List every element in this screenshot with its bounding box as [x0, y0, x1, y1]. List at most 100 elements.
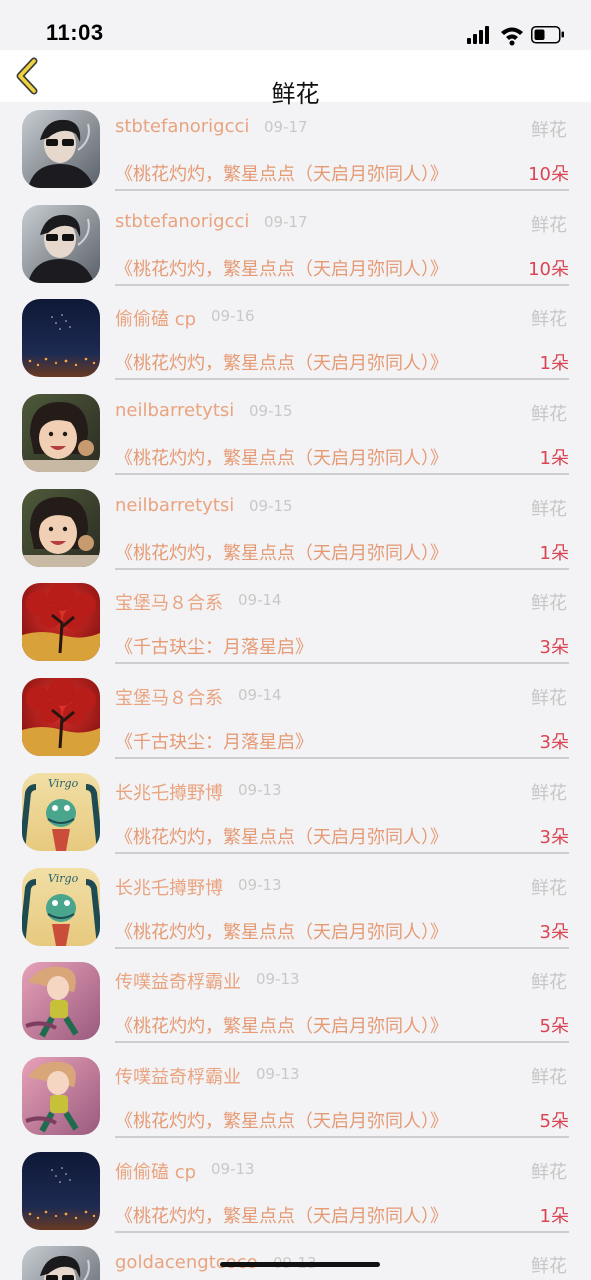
flower-count: 1朵	[539, 448, 569, 470]
username[interactable]: 传噗益奇桴霸业	[115, 968, 241, 994]
signal-icon	[467, 26, 489, 44]
row-divider	[115, 1135, 569, 1138]
gift-type: 鲜花	[531, 688, 567, 710]
book-title[interactable]: 《千古玦尘：月落星启》	[115, 728, 313, 754]
row-divider	[115, 473, 569, 476]
row-divider	[115, 851, 569, 854]
row-divider	[115, 378, 569, 381]
gift-type: 鲜花	[531, 309, 567, 331]
list-item[interactable]: stbtefanorigcci 09-17 鲜花《桃花灼灼，繁星点点（天启月弥同人）…	[0, 197, 591, 292]
gift-date: 09-14	[238, 686, 282, 705]
row-divider	[115, 283, 569, 286]
avatar[interactable]	[22, 394, 100, 473]
gift-type: 鲜花	[531, 404, 567, 426]
list-item[interactable]: Virgo 长兆乇撙野博 09-13 鲜花 《桃花灼灼，繁星点点（天启月弥同人）》 3朵	[0, 860, 591, 955]
gift-type: 鲜花	[531, 1256, 567, 1278]
gift-date: 09-13	[256, 970, 300, 989]
gift-date: 09-17	[264, 212, 308, 231]
avatar[interactable]	[22, 1056, 100, 1135]
gift-type: 鲜花	[531, 782, 567, 804]
book-title[interactable]: 《桃花灼灼，繁星点点（天启月弥同人）》	[115, 1107, 448, 1133]
list-item[interactable]: 宝堡马８合系 09-14 鲜花《千古玦尘：月落星启》 3朵	[0, 575, 591, 670]
list-item[interactable]: Virgo 长兆乇撙野博 09-13 鲜花《桃花灼灼，繁星点点（天启月弥同人）》 3朵	[0, 765, 591, 860]
book-title[interactable]: 《桃花灼灼，繁星点点（天启月弥同人）》	[115, 160, 448, 186]
avatar[interactable]	[22, 204, 100, 283]
row-divider	[115, 567, 569, 570]
list-item[interactable]: 偷偷磕 cp 09-16 鲜花《桃花灼灼，繁星点点（天启月弥同人）》 1朵	[0, 291, 591, 386]
username[interactable]: neilbarretytsi	[115, 495, 234, 516]
avatar[interactable]	[22, 488, 100, 567]
gift-type: 鲜花	[531, 498, 567, 520]
flower-count: 3朵	[539, 637, 569, 659]
username[interactable]: 长兆乇撙野博	[115, 874, 223, 900]
row-divider	[115, 946, 569, 949]
username[interactable]: 长兆乇撙野博	[115, 779, 223, 805]
row-divider	[115, 1230, 569, 1233]
username[interactable]: 传噗益奇桴霸业	[115, 1063, 241, 1089]
book-title[interactable]: 《桃花灼灼，繁星点点（天启月弥同人）》	[115, 918, 448, 944]
book-title[interactable]: 《桃花灼灼，繁星点点（天启月弥同人）》	[115, 539, 448, 565]
avatar[interactable]	[22, 583, 100, 662]
avatar[interactable]	[22, 678, 100, 757]
flower-count: 3朵	[539, 732, 569, 754]
row-divider	[115, 757, 569, 760]
username[interactable]: 偷偷磕 cp	[115, 1158, 196, 1184]
row-divider	[115, 662, 569, 665]
flower-count: 5朵	[539, 1016, 569, 1038]
gift-date: 09-13	[238, 875, 282, 894]
gift-type: 鲜花	[531, 120, 567, 141]
list-item[interactable]: 宝堡马８合系 09-14 鲜花《千古玦尘：月落星启》 3朵	[0, 670, 591, 765]
gift-date: 09-13	[211, 1159, 255, 1178]
status-time: 11:03	[46, 20, 104, 45]
home-indicator	[220, 1262, 380, 1267]
avatar[interactable]: Virgo	[22, 772, 100, 851]
status-icons	[467, 24, 567, 46]
flower-count: 10朵	[528, 164, 569, 185]
flower-count: 3朵	[539, 826, 569, 848]
book-title[interactable]: 《桃花灼灼，繁星点点（天启月弥同人）》	[115, 255, 448, 281]
avatar[interactable]: Virgo	[22, 867, 100, 946]
gift-type: 鲜花	[531, 877, 567, 899]
list-item[interactable]: neilbarretytsi 09-15 鲜花 《桃花灼灼，繁星点点（天启月弥同人）》…	[0, 386, 591, 481]
flower-gift-list: stbtefanorigcci 09-17 鲜花 《桃花灼灼，繁星点点（天启月弥同人）…	[0, 102, 591, 1280]
list-item[interactable]: 传噗益奇桴霸业 09-13 鲜花 《桃花灼灼，繁星点点（天启月弥同人）》 5朵	[0, 1049, 591, 1144]
gift-type: 鲜花	[531, 1066, 567, 1088]
username[interactable]: 宝堡马８合系	[115, 589, 223, 615]
row-divider	[115, 189, 569, 191]
gift-date: 09-14	[238, 591, 282, 610]
avatar[interactable]	[22, 962, 100, 1041]
list-item[interactable]: stbtefanorigcci 09-17 鲜花 《桃花灼灼，繁星点点（天启月弥同人）…	[0, 102, 591, 197]
battery-icon	[531, 26, 564, 44]
username[interactable]: stbtefanorigcci	[115, 116, 249, 137]
list-item[interactable]: 偷偷磕 cp 09-13 鲜花《桃花灼灼，繁星点点（天启月弥同人）》 1朵	[0, 1144, 591, 1239]
list-item[interactable]: goldacengtcoco09-13鲜花	[0, 1238, 591, 1280]
username[interactable]: 宝堡马８合系	[115, 684, 223, 710]
username[interactable]: 偷偷磕 cp	[115, 305, 196, 331]
book-title[interactable]: 《千古玦尘：月落星启》	[115, 633, 313, 659]
svg-text:Virgo: Virgo	[48, 777, 79, 790]
avatar[interactable]	[22, 299, 100, 378]
avatar[interactable]	[22, 1151, 100, 1230]
gift-type: 鲜花	[531, 1161, 567, 1183]
wifi-icon	[501, 27, 523, 46]
gift-date: 09-13	[238, 780, 282, 799]
gift-date: 09-13	[256, 1064, 300, 1083]
book-title[interactable]: 《桃花灼灼，繁星点点（天启月弥同人）》	[115, 823, 448, 849]
username[interactable]: neilbarretytsi	[115, 400, 234, 421]
avatar[interactable]	[22, 110, 100, 188]
book-title[interactable]: 《桃花灼灼，繁星点点（天启月弥同人）》	[115, 1202, 448, 1228]
book-title[interactable]: 《桃花灼灼，繁星点点（天启月弥同人）》	[115, 349, 448, 375]
list-item[interactable]: 传噗益奇桴霸业 09-13 鲜花 《桃花灼灼，繁星点点（天启月弥同人）》 5朵	[0, 954, 591, 1049]
book-title[interactable]: 《桃花灼灼，繁星点点（天启月弥同人）》	[115, 1012, 448, 1038]
username[interactable]: stbtefanorigcci	[115, 211, 249, 232]
flower-count: 1朵	[539, 1205, 569, 1227]
gift-date: 09-16	[211, 307, 255, 326]
gift-type: 鲜花	[531, 593, 567, 615]
gift-type: 鲜花	[531, 214, 567, 236]
book-title[interactable]: 《桃花灼灼，繁星点点（天启月弥同人）》	[115, 444, 448, 470]
flower-count: 1朵	[539, 542, 569, 564]
flower-count: 1朵	[539, 353, 569, 375]
gift-date: 09-15	[249, 496, 293, 515]
list-item[interactable]: neilbarretytsi 09-15 鲜花《桃花灼灼，繁星点点（天启月弥同人）》…	[0, 481, 591, 576]
avatar[interactable]	[22, 1246, 100, 1280]
